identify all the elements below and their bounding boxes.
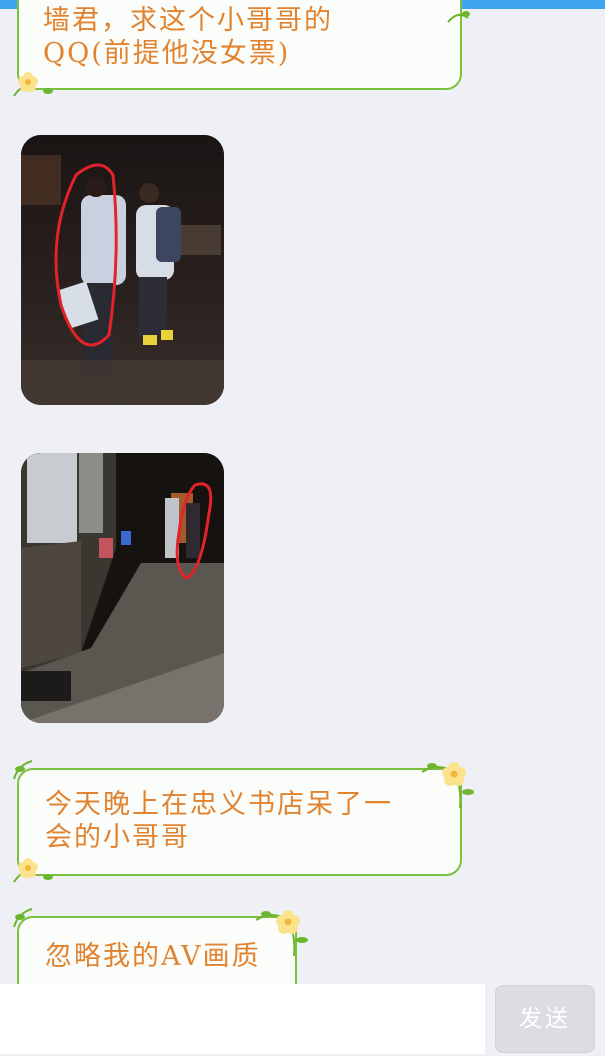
flower-vine-decoration-icon (255, 910, 308, 957)
street-at-night-photo-icon (21, 453, 224, 723)
message-line: QQ(前提他没女票) (43, 38, 291, 69)
two-students-photo-icon (21, 135, 224, 405)
message-line: 今天晚上在忠义书店呆了一 (45, 789, 393, 820)
message-line: 会的小哥哥 (45, 822, 190, 853)
vine-decoration-icon (13, 908, 33, 928)
flower-vine-decoration-icon (13, 72, 53, 97)
message-input[interactable] (0, 984, 485, 1054)
message-bubble-2: 今天晚上在忠义书店呆了一 会的小哥哥 (17, 768, 462, 876)
photo-message-2[interactable] (21, 453, 224, 723)
send-button[interactable]: 发送 (495, 985, 595, 1053)
vine-decoration-icon (447, 11, 470, 23)
message-line: 墙君，求这个小哥哥的 (43, 5, 333, 36)
flower-vine-decoration-icon (13, 858, 53, 883)
message-bubble-1: 墙君，求这个小哥哥的 QQ(前提他没女票) (17, 0, 462, 90)
flower-vine-decoration-icon (421, 762, 474, 809)
vine-decoration-icon (13, 760, 33, 780)
photo-message-1[interactable] (21, 135, 224, 405)
